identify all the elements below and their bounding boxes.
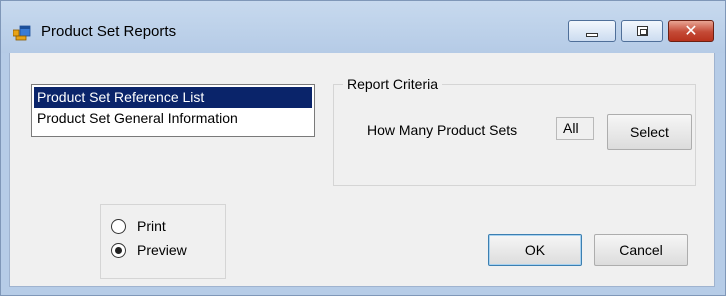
report-criteria-group: Report Criteria How Many Product Sets Al… <box>333 76 696 186</box>
print-radio[interactable]: Print <box>111 218 211 236</box>
preview-radio-label[interactable]: Preview <box>137 242 187 258</box>
maximize-icon <box>637 26 648 36</box>
preview-radio[interactable]: Preview <box>111 242 211 260</box>
close-button[interactable]: ✕ <box>668 20 714 42</box>
title-bar[interactable]: Product Set Reports ✕ <box>1 1 725 53</box>
cancel-button[interactable]: Cancel <box>594 234 688 266</box>
report-criteria-legend: Report Criteria <box>343 76 443 92</box>
ok-button[interactable]: OK <box>488 234 582 266</box>
maximize-button[interactable] <box>621 20 663 42</box>
output-options-group: Print Preview <box>100 204 226 279</box>
minimize-icon <box>586 33 598 37</box>
report-list-item-reference[interactable]: Product Set Reference List <box>34 87 312 108</box>
report-list[interactable]: Product Set Reference List Product Set G… <box>31 84 315 137</box>
how-many-value: All <box>556 117 594 140</box>
print-radio-label[interactable]: Print <box>137 218 166 234</box>
window-title: Product Set Reports <box>41 23 177 40</box>
select-button[interactable]: Select <box>607 114 692 150</box>
dialog-window: Product Set Reports ✕ Product Set Refere… <box>0 0 726 296</box>
how-many-label: How Many Product Sets <box>367 122 518 138</box>
print-radio-circle[interactable] <box>111 219 126 234</box>
preview-radio-circle[interactable] <box>111 243 126 258</box>
dialog-client-area: Product Set Reference List Product Set G… <box>9 53 715 287</box>
report-list-item-general-info[interactable]: Product Set General Information <box>32 108 314 129</box>
minimize-button[interactable] <box>568 20 616 42</box>
app-window-icon <box>13 25 31 41</box>
radio-selected-dot <box>115 247 122 254</box>
close-icon: ✕ <box>684 21 698 40</box>
